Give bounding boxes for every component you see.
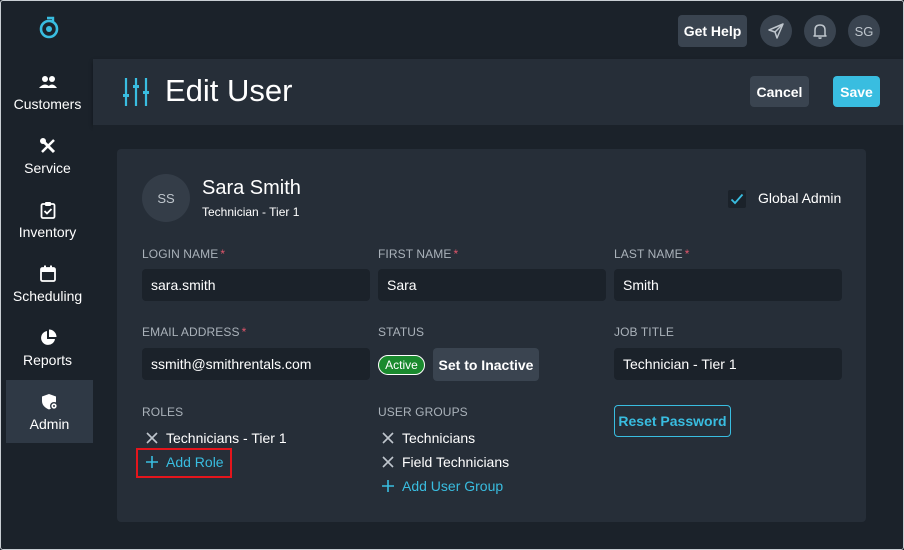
- email-label: EMAIL ADDRESS *: [142, 325, 247, 339]
- reset-password-button[interactable]: Reset Password: [614, 405, 731, 437]
- last-name-input[interactable]: Smith: [614, 269, 842, 301]
- close-icon[interactable]: [382, 456, 394, 468]
- add-user-group-label: Add User Group: [402, 478, 504, 494]
- save-button[interactable]: Save: [833, 76, 880, 107]
- set-inactive-button[interactable]: Set to Inactive: [433, 348, 539, 381]
- send-icon[interactable]: [760, 15, 792, 47]
- sidebar-item-reports[interactable]: Reports: [2, 316, 93, 379]
- tools-icon: [38, 136, 58, 156]
- pie-chart-icon: [38, 328, 58, 348]
- highlight-box: [136, 448, 232, 478]
- sidebar-item-admin[interactable]: Admin: [6, 380, 93, 443]
- sidebar: Customers Service Inventory Scheduling R: [2, 2, 93, 549]
- first-name-input[interactable]: Sara: [378, 269, 606, 301]
- top-bar: Get Help SG: [93, 2, 903, 59]
- status-badge: Active: [378, 355, 425, 375]
- sliders-icon: [123, 77, 149, 107]
- page-header: Edit User Cancel Save: [93, 59, 903, 125]
- get-help-button[interactable]: Get Help: [678, 15, 747, 47]
- check-icon: [730, 193, 744, 205]
- first-name-label: FIRST NAME *: [378, 247, 459, 261]
- sidebar-item-scheduling[interactable]: Scheduling: [2, 252, 93, 315]
- group-name: Field Technicians: [402, 454, 510, 470]
- global-admin-checkbox[interactable]: [728, 190, 746, 208]
- sidebar-item-label: Inventory: [18, 223, 77, 240]
- app-logo-icon[interactable]: [38, 16, 60, 40]
- list-item: Technicians: [382, 430, 475, 446]
- cancel-button[interactable]: Cancel: [750, 76, 809, 107]
- add-user-group-link[interactable]: Add User Group: [382, 478, 503, 494]
- list-item: Technicians - Tier 1: [146, 430, 287, 446]
- people-icon: [38, 72, 58, 92]
- sidebar-item-inventory[interactable]: Inventory: [2, 188, 93, 251]
- close-icon[interactable]: [382, 432, 394, 444]
- bell-icon[interactable]: [804, 15, 836, 47]
- sidebar-item-customers[interactable]: Customers: [2, 60, 93, 123]
- app-window: Customers Service Inventory Scheduling R: [0, 0, 904, 550]
- sidebar-item-service[interactable]: Service: [2, 124, 93, 187]
- last-name-label: LAST NAME *: [614, 247, 690, 261]
- role-name: Technicians - Tier 1: [166, 430, 287, 446]
- list-item: Field Technicians: [382, 454, 509, 470]
- user-avatar-large: SS: [142, 174, 190, 222]
- sidebar-item-label: Scheduling: [12, 287, 83, 304]
- global-admin-label: Global Admin: [758, 190, 842, 206]
- user-groups-label: USER GROUPS: [378, 405, 468, 419]
- sidebar-item-label: Admin: [29, 415, 70, 432]
- calendar-icon: [38, 264, 58, 284]
- sidebar-item-label: Customers: [13, 95, 82, 112]
- plus-icon: [382, 480, 394, 492]
- clipboard-check-icon: [38, 200, 58, 220]
- job-title-input[interactable]: Technician - Tier 1: [614, 348, 842, 380]
- shield-gear-icon: [40, 392, 60, 412]
- close-icon[interactable]: [146, 432, 158, 444]
- sidebar-item-label: Service: [24, 159, 71, 176]
- edit-user-card: SS Sara Smith Technician - Tier 1 Global…: [117, 149, 866, 522]
- user-avatar[interactable]: SG: [848, 15, 880, 47]
- user-subtitle: Technician - Tier 1: [202, 205, 300, 219]
- group-name: Technicians: [402, 430, 476, 446]
- job-title-label: JOB TITLE: [614, 325, 675, 339]
- login-name-label: LOGIN NAME *: [142, 247, 226, 261]
- page-title: Edit User: [165, 73, 293, 108]
- roles-label: ROLES: [142, 405, 184, 419]
- status-label: STATUS: [378, 325, 425, 339]
- login-name-input[interactable]: sara.smith: [142, 269, 370, 301]
- user-name: Sara Smith: [202, 177, 301, 199]
- sidebar-item-label: Reports: [22, 351, 73, 368]
- email-input[interactable]: ssmith@smithrentals.com: [142, 348, 370, 380]
